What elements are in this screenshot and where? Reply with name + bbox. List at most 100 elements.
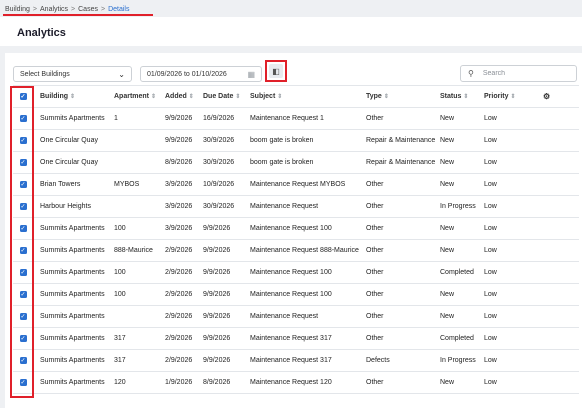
table-row[interactable]: ✓ Summits Apartments 100 2/9/2026 9/9/2026 Ma…	[13, 284, 579, 306]
cases-table: ✓ Building ⇕ Apartment ⇕ Added ⇕ Due Date ⇕ …	[13, 86, 579, 394]
row-select-cell: ✓	[13, 372, 33, 393]
breadcrumb-item-cases[interactable]: Cases	[78, 6, 98, 13]
row-checkbox[interactable]: ✓	[19, 225, 27, 232]
cell-subject: Maintenance Request	[250, 313, 319, 320]
row-select-cell: ✓	[13, 262, 33, 283]
cell-subject: Maintenance Request 317	[250, 357, 332, 364]
column-header-priority[interactable]: Priority ⇕	[484, 86, 516, 107]
table-row[interactable]: ✓ Summits Apartments 2/9/2026 9/9/2026 Maint…	[13, 306, 579, 328]
cell-status: New	[440, 159, 455, 166]
cell-due-date: 16/9/2026	[203, 115, 235, 122]
row-checkbox[interactable]: ✓	[19, 291, 27, 298]
sort-icon: ⇕	[383, 94, 389, 100]
cell-priority: Low	[484, 379, 497, 386]
row-checkbox[interactable]: ✓	[19, 379, 27, 386]
row-select-cell: ✓	[13, 130, 33, 151]
cell-building: Summits Apartments	[40, 335, 105, 342]
cell-type: Other	[366, 313, 384, 320]
column-header-subject[interactable]: Subject ⇕	[250, 86, 282, 107]
table-row[interactable]: ✓ Summits Apartments 317 2/9/2026 9/9/2026 Ma…	[13, 328, 579, 350]
cell-type: Repair & Maintenance	[366, 137, 436, 144]
search-icon: ⚲	[468, 69, 474, 78]
row-checkbox[interactable]: ✓	[19, 115, 27, 122]
cell-priority: Low	[484, 247, 497, 254]
cell-priority: Low	[484, 137, 497, 144]
table-row[interactable]: ✓ Summits Apartments 1 9/9/2026 16/9/2026 Mai…	[13, 108, 579, 130]
cell-apartment: 317	[114, 357, 126, 364]
row-select-cell: ✓	[13, 328, 33, 349]
cell-subject: boom gate is broken	[250, 137, 314, 144]
breadcrumb-item-analytics[interactable]: Analytics	[40, 6, 68, 13]
cell-building: One Circular Quay	[40, 137, 98, 144]
date-range-input[interactable]: 01/09/2026 to 01/10/2026 ▦	[140, 66, 262, 82]
table-row[interactable]: ✓ Summits Apartments 100 3/9/2026 9/9/2026 Ma…	[13, 218, 579, 240]
cell-type: Repair & Maintenance	[366, 159, 436, 166]
cell-status: Completed	[440, 269, 474, 276]
cell-building: Harbour Heights	[40, 203, 91, 210]
row-checkbox[interactable]: ✓	[19, 313, 27, 320]
sort-icon: ⇕	[510, 94, 516, 100]
table-row[interactable]: ✓ Summits Apartments 120 1/9/2026 8/9/2026 Ma…	[13, 372, 579, 394]
cell-building: One Circular Quay	[40, 159, 98, 166]
row-checkbox[interactable]: ✓	[19, 181, 27, 188]
check-icon: ✓	[20, 159, 26, 166]
cell-added: 2/9/2026	[165, 313, 193, 320]
cell-type: Other	[366, 335, 384, 342]
cell-due-date: 30/9/2026	[203, 137, 235, 144]
cell-due-date: 9/9/2026	[203, 313, 231, 320]
breadcrumb-separator: >	[32, 5, 38, 13]
check-icon: ✓	[20, 203, 26, 210]
calendar-book-icon: ◧	[272, 66, 280, 76]
cell-apartment: 888-Maurice	[114, 247, 153, 254]
cell-added: 2/9/2026	[165, 291, 193, 298]
search-box[interactable]: ⚲	[460, 65, 577, 82]
column-header-added[interactable]: Added ⇕	[165, 86, 194, 107]
cell-due-date: 9/9/2026	[203, 357, 231, 364]
breadcrumb-separator: >	[100, 5, 106, 13]
column-header-apartment[interactable]: Apartment ⇕	[114, 86, 156, 107]
sort-icon: ⇕	[188, 94, 194, 100]
cell-due-date: 10/9/2026	[203, 181, 235, 188]
column-header-type[interactable]: Type ⇕	[366, 86, 389, 107]
row-checkbox[interactable]: ✓	[19, 247, 27, 254]
row-checkbox[interactable]: ✓	[19, 269, 27, 276]
row-checkbox[interactable]: ✓	[19, 137, 27, 144]
table-row[interactable]: ✓ Summits Apartments 317 2/9/2026 9/9/2026 Ma…	[13, 350, 579, 372]
check-icon: ✓	[20, 181, 26, 188]
cell-status: New	[440, 137, 455, 144]
row-checkbox[interactable]: ✓	[19, 335, 27, 342]
date-picker-button[interactable]: ◧	[269, 64, 283, 78]
select-all-checkbox[interactable]: ✓	[19, 93, 27, 100]
cell-subject: Maintenance Request 120	[250, 379, 332, 386]
cell-added: 2/9/2026	[165, 269, 193, 276]
search-input[interactable]	[482, 70, 563, 77]
cell-priority: Low	[484, 291, 497, 298]
column-header-due-date[interactable]: Due Date ⇕	[203, 86, 240, 107]
check-icon: ✓	[20, 93, 26, 100]
column-settings-icon[interactable]: ⚙	[543, 86, 550, 107]
cell-building: Summits Apartments	[40, 313, 105, 320]
row-checkbox[interactable]: ✓	[19, 159, 27, 166]
check-icon: ✓	[20, 247, 26, 254]
table-row[interactable]: ✓ Harbour Heights 3/9/2026 30/9/2026 Mainten…	[13, 196, 579, 218]
table-row[interactable]: ✓ Summits Apartments 100 2/9/2026 9/9/2026 Ma…	[13, 262, 579, 284]
cell-building: Summits Apartments	[40, 379, 105, 386]
row-checkbox[interactable]: ✓	[19, 203, 27, 210]
cell-building: Brian Towers	[40, 181, 81, 188]
table-row[interactable]: ✓ One Circular Quay 8/9/2026 30/9/2026 boom …	[13, 152, 579, 174]
column-header-status[interactable]: Status ⇕	[440, 86, 468, 107]
row-select-cell: ✓	[13, 284, 33, 305]
table-row[interactable]: ✓ Summits Apartments 888-Maurice 2/9/2026 9/…	[13, 240, 579, 262]
row-checkbox[interactable]: ✓	[19, 357, 27, 364]
table-row[interactable]: ✓ One Circular Quay 9/9/2026 30/9/2026 boom …	[13, 130, 579, 152]
table-row[interactable]: ✓ Brian Towers MYBOS 3/9/2026 10/9/2026 Maint…	[13, 174, 579, 196]
breadcrumb-current: Details	[108, 5, 130, 13]
column-header-building[interactable]: Building ⇕	[40, 86, 75, 107]
cell-apartment: 100	[114, 225, 126, 232]
cell-priority: Low	[484, 313, 497, 320]
breadcrumb-item-building[interactable]: Building	[5, 6, 30, 13]
check-icon: ✓	[20, 379, 26, 386]
cell-building: Summits Apartments	[40, 291, 105, 298]
buildings-select[interactable]: Select Buildings ⌄	[13, 66, 132, 82]
sort-icon: ⇕	[70, 94, 76, 100]
